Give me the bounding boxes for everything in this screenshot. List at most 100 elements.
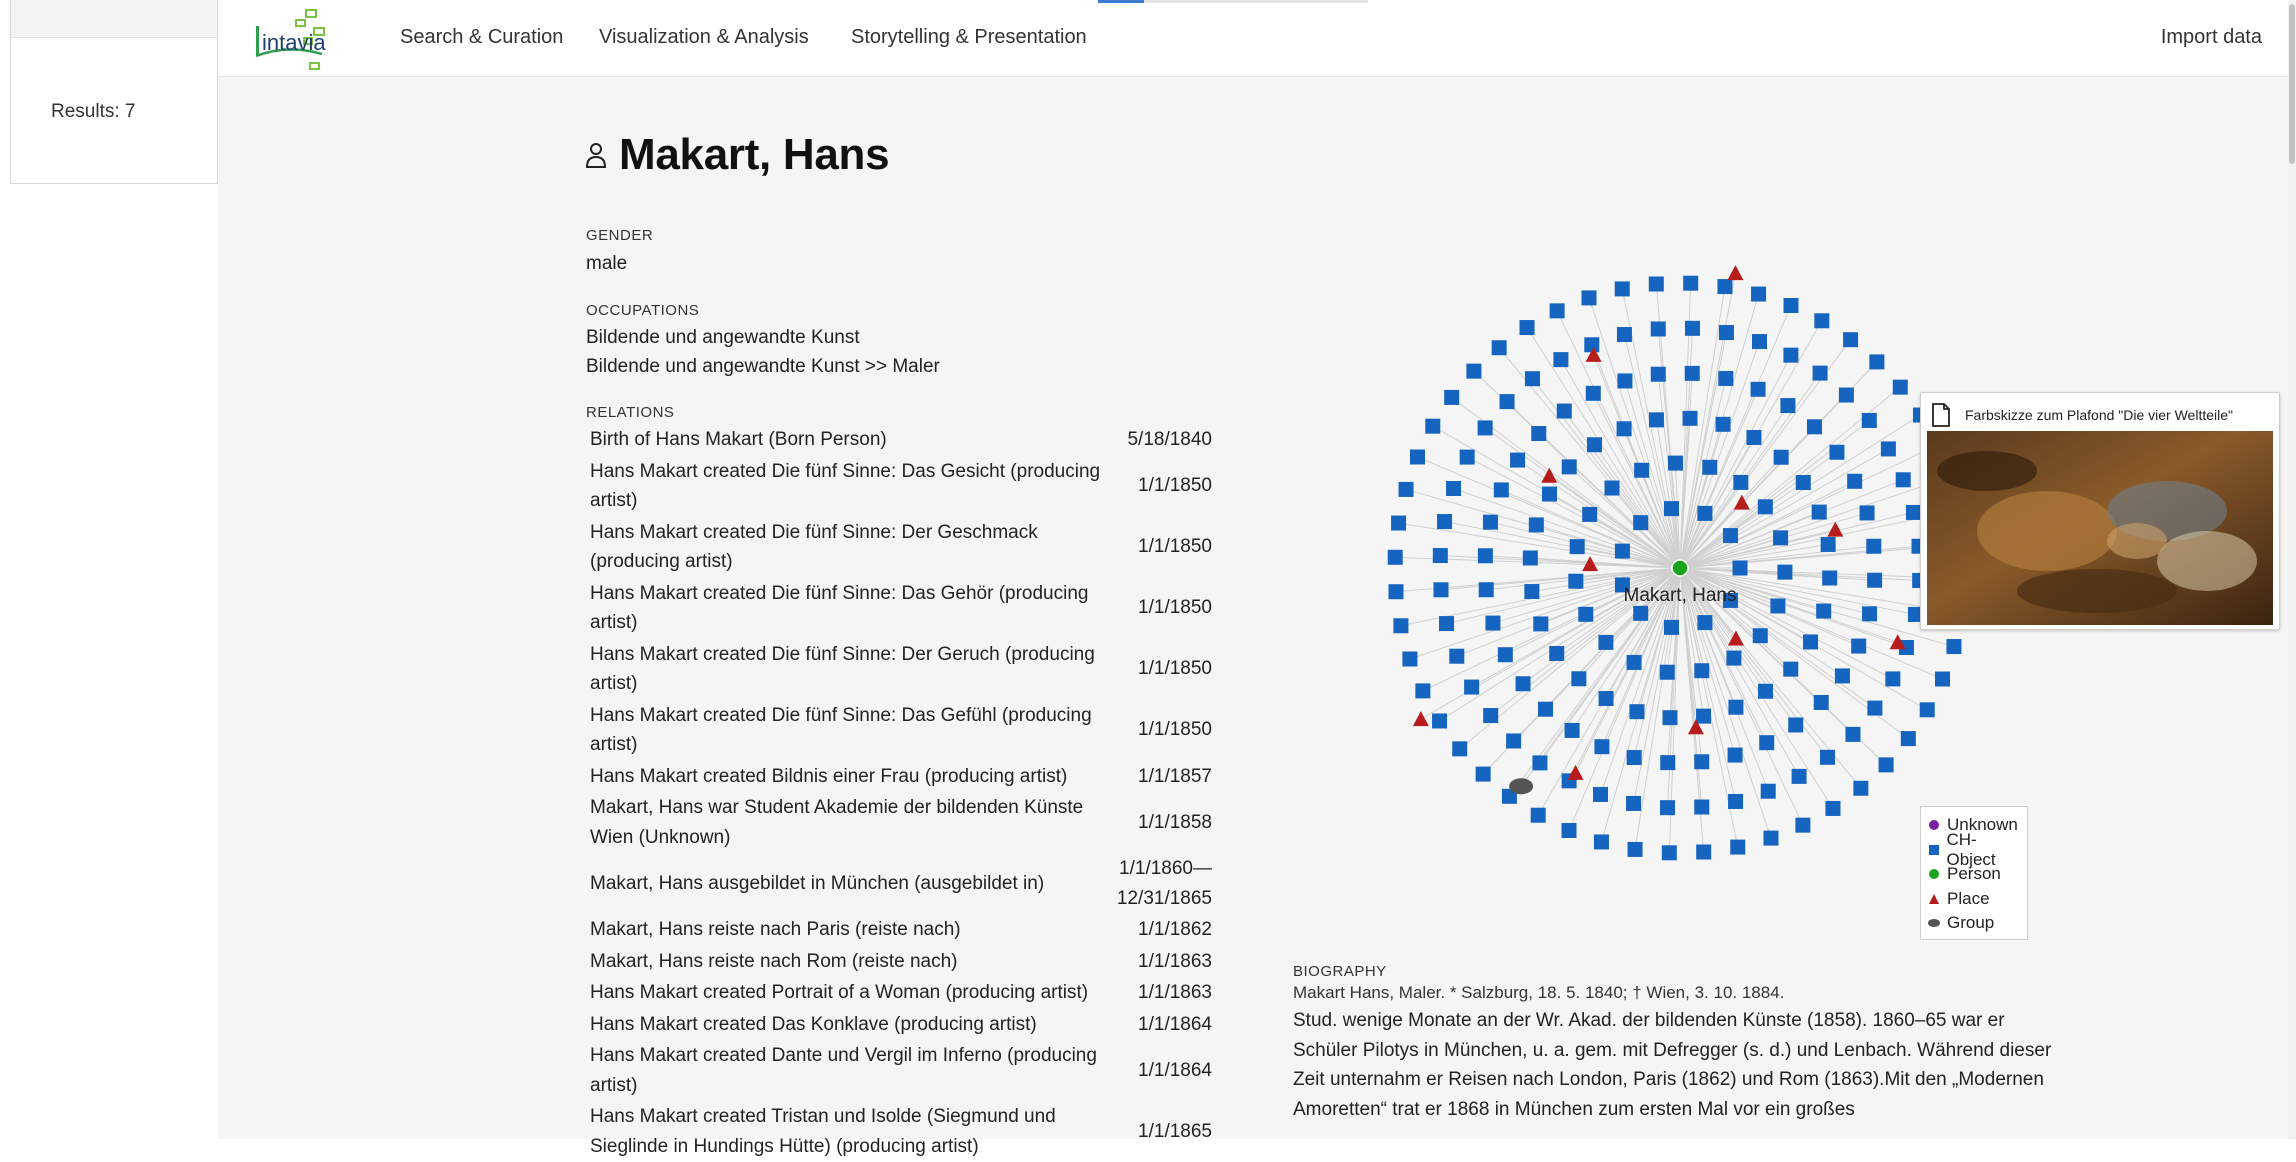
graph-node-ch-object[interactable] bbox=[1398, 481, 1414, 497]
graph-node-ch-object[interactable] bbox=[1530, 807, 1546, 823]
graph-node-ch-object[interactable] bbox=[1791, 768, 1807, 784]
graph-node-ch-object[interactable] bbox=[1811, 504, 1827, 520]
relation-row[interactable]: Hans Makart created Tristan und Isolde (… bbox=[586, 1101, 1216, 1162]
relation-row[interactable]: Makart, Hans reiste nach Rom (reiste nac… bbox=[586, 946, 1216, 978]
graph-node-ch-object[interactable] bbox=[1843, 332, 1859, 348]
nav-storytelling-presentation[interactable]: Storytelling & Presentation bbox=[851, 26, 1087, 49]
graph-node-ch-object[interactable] bbox=[1757, 499, 1773, 515]
graph-node-ch-object[interactable] bbox=[1727, 747, 1743, 763]
graph-node-ch-object[interactable] bbox=[1773, 449, 1789, 465]
graph-node-ch-object[interactable] bbox=[1432, 713, 1448, 729]
graph-node-ch-object[interactable] bbox=[1433, 582, 1449, 598]
graph-node-ch-object[interactable] bbox=[1750, 381, 1766, 397]
intavia-logo[interactable]: intavia bbox=[248, 8, 348, 72]
graph-node-ch-object[interactable] bbox=[1499, 394, 1515, 410]
graph-node-ch-object[interactable] bbox=[1587, 437, 1603, 453]
graph-node-ch-object[interactable] bbox=[1616, 327, 1632, 343]
graph-node-ch-object[interactable] bbox=[1867, 572, 1883, 588]
graph-node-ch-object[interactable] bbox=[1493, 482, 1509, 498]
graph-node-ch-object[interactable] bbox=[1697, 505, 1713, 521]
graph-node-ch-object[interactable] bbox=[1717, 279, 1733, 295]
graph-node-ch-object[interactable] bbox=[1582, 506, 1598, 522]
relation-row[interactable]: Hans Makart created Das Konklave (produc… bbox=[586, 1009, 1216, 1041]
graph-node-ch-object[interactable] bbox=[1650, 366, 1666, 382]
graph-node-ch-object[interactable] bbox=[1795, 817, 1811, 833]
graph-node-ch-object[interactable] bbox=[1569, 539, 1585, 555]
graph-node-ch-object[interactable] bbox=[1802, 634, 1818, 650]
graph-node-ch-object[interactable] bbox=[1584, 337, 1600, 353]
graph-node-ch-object[interactable] bbox=[1838, 387, 1854, 403]
graph-node-ch-object[interactable] bbox=[1464, 679, 1480, 695]
graph-node-ch-object[interactable] bbox=[1626, 795, 1642, 811]
graph-node-ch-object[interactable] bbox=[1760, 783, 1776, 799]
graph-node-ch-object[interactable] bbox=[1892, 379, 1908, 395]
graph-node-ch-object[interactable] bbox=[1726, 650, 1742, 666]
graph-node-ch-object[interactable] bbox=[1783, 347, 1799, 363]
graph-node-ch-object[interactable] bbox=[1524, 371, 1540, 387]
graph-node-ch-object[interactable] bbox=[1751, 334, 1767, 350]
graph-node-ch-object[interactable] bbox=[1862, 606, 1878, 622]
graph-node-ch-object[interactable] bbox=[1820, 749, 1836, 765]
graph-node-ch-object[interactable] bbox=[1718, 370, 1734, 386]
graph-node-ch-object[interactable] bbox=[1661, 845, 1677, 861]
relation-row[interactable]: Hans Makart created Portrait of a Woman … bbox=[586, 977, 1216, 1009]
graph-node-ch-object[interactable] bbox=[1614, 543, 1630, 559]
graph-node-place[interactable] bbox=[1727, 265, 1744, 281]
graph-node-ch-object[interactable] bbox=[1553, 352, 1569, 368]
graph-node-ch-object[interactable] bbox=[1415, 683, 1431, 699]
graph-node-ch-object[interactable] bbox=[1482, 514, 1498, 530]
nav-search-curation[interactable]: Search & Curation bbox=[400, 26, 563, 49]
graph-node-ch-object[interactable] bbox=[1519, 320, 1535, 336]
graph-node-ch-object[interactable] bbox=[1452, 741, 1468, 757]
graph-node-ch-object[interactable] bbox=[1752, 628, 1768, 644]
graph-node-ch-object[interactable] bbox=[1694, 799, 1710, 815]
relation-row[interactable]: Hans Makart created Die fünf Sinne: Der … bbox=[586, 517, 1216, 578]
graph-node-ch-object[interactable] bbox=[1783, 661, 1799, 677]
relation-row[interactable]: Hans Makart created Die fünf Sinne: Das … bbox=[586, 578, 1216, 639]
graph-node-ch-object[interactable] bbox=[1773, 530, 1789, 546]
graph-node-ch-object[interactable] bbox=[1751, 286, 1767, 302]
graph-node-ch-object[interactable] bbox=[1718, 325, 1734, 341]
graph-node-ch-object[interactable] bbox=[1697, 615, 1713, 631]
relation-row[interactable]: Hans Makart created Die fünf Sinne: Der … bbox=[586, 639, 1216, 700]
graph-node-ch-object[interactable] bbox=[1459, 449, 1475, 465]
graph-node-ch-object[interactable] bbox=[1777, 564, 1793, 580]
graph-node-ch-object[interactable] bbox=[1528, 517, 1544, 533]
graph-node-ch-object[interactable] bbox=[1561, 822, 1577, 838]
relation-row[interactable]: Hans Makart created Die fünf Sinne: Das … bbox=[586, 456, 1216, 517]
graph-node-ch-object[interactable] bbox=[1934, 671, 1950, 687]
graph-node-ch-object[interactable] bbox=[1660, 755, 1676, 771]
graph-node-ch-object[interactable] bbox=[1660, 800, 1676, 816]
graph-node-ch-object[interactable] bbox=[1549, 303, 1565, 319]
graph-node-ch-object[interactable] bbox=[1650, 321, 1666, 337]
graph-node-ch-object[interactable] bbox=[1663, 619, 1679, 635]
relation-row[interactable]: Hans Makart created Bildnis einer Frau (… bbox=[586, 761, 1216, 793]
relation-row[interactable]: Hans Makart created Die fünf Sinne: Das … bbox=[586, 700, 1216, 761]
graph-node-ch-object[interactable] bbox=[1593, 786, 1609, 802]
graph-node-ch-object[interactable] bbox=[1869, 354, 1885, 370]
graph-node-ch-object[interactable] bbox=[1825, 800, 1841, 816]
graph-node-ch-object[interactable] bbox=[1648, 412, 1664, 428]
graph-node-ch-object[interactable] bbox=[1491, 340, 1507, 356]
graph-node-ch-object[interactable] bbox=[1391, 515, 1407, 531]
graph-node-ch-object[interactable] bbox=[1757, 683, 1773, 699]
graph-node-ch-object[interactable] bbox=[1659, 664, 1675, 680]
graph-node-ch-object[interactable] bbox=[1694, 663, 1710, 679]
graph-node-ch-object[interactable] bbox=[1822, 570, 1838, 586]
graph-node-ch-object[interactable] bbox=[1905, 504, 1921, 520]
graph-node-ch-object[interactable] bbox=[1859, 505, 1875, 521]
scrollbar-thumb[interactable] bbox=[2289, 4, 2295, 164]
graph-node-ch-object[interactable] bbox=[1568, 573, 1584, 589]
graph-node-ch-object[interactable] bbox=[1510, 452, 1526, 468]
graph-node-ch-object[interactable] bbox=[1684, 320, 1700, 336]
graph-node-ch-object[interactable] bbox=[1522, 550, 1538, 566]
graph-node-ch-object[interactable] bbox=[1578, 606, 1594, 622]
graph-node-ch-object[interactable] bbox=[1564, 722, 1580, 738]
graph-node-ch-object[interactable] bbox=[1425, 418, 1441, 434]
graph-node-ch-object[interactable] bbox=[1581, 290, 1597, 306]
graph-node-ch-object[interactable] bbox=[1598, 690, 1614, 706]
graph-node-ch-object[interactable] bbox=[1561, 459, 1577, 475]
graph-node-ch-object[interactable] bbox=[1816, 603, 1832, 619]
graph-node-ch-object[interactable] bbox=[1829, 444, 1845, 460]
graph-node-ch-object[interactable] bbox=[1684, 365, 1700, 381]
